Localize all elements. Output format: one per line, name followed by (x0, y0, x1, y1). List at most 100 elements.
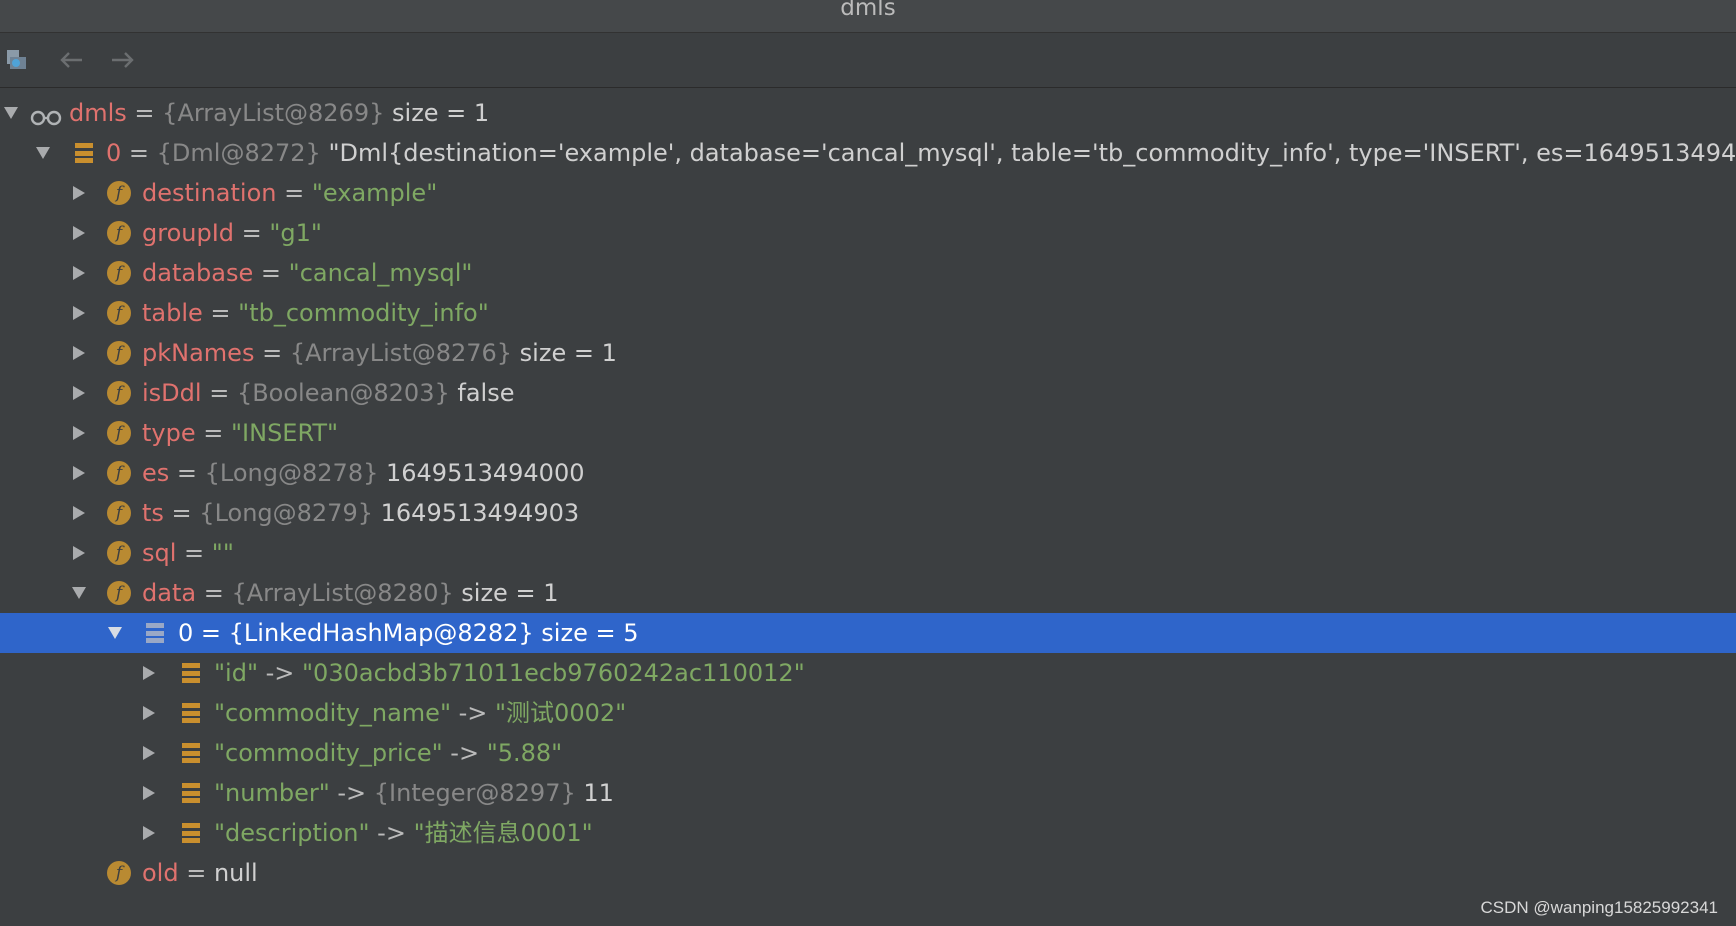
equals-sign: = (178, 859, 214, 887)
tree-row-field[interactable]: f table = "tb_commodity_info" (0, 293, 1736, 333)
expand-down-icon[interactable] (0, 93, 22, 133)
field-name: database (142, 259, 254, 287)
expand-right-icon[interactable] (68, 333, 90, 373)
field-value: 1649513494903 (373, 499, 580, 527)
equals-sign: = (169, 459, 205, 487)
expand-down-icon[interactable] (32, 133, 54, 173)
entry-key: "commodity_name" (214, 699, 451, 727)
tree-row-text: "commodity_name" -> "测试0002" (214, 693, 626, 733)
equals-sign: = (126, 99, 163, 127)
evaluate-icon[interactable] (2, 43, 36, 77)
expand-right-icon[interactable] (68, 373, 90, 413)
tree-row-field[interactable]: f groupId = "g1" (0, 213, 1736, 253)
tree-row-text: "commodity_price" -> "5.88" (214, 733, 562, 773)
field-name: isDdl (142, 379, 202, 407)
tree-row-field[interactable]: f es = {Long@8278} 1649513494000 (0, 453, 1736, 493)
tree-row-text: 0 = {LinkedHashMap@8282} size = 5 (178, 613, 638, 653)
entry-ref: {Integer@8297} (373, 779, 576, 807)
tree-row-text: "number" -> {Integer@8297} 11 (214, 773, 614, 813)
equals-sign: = (253, 259, 289, 287)
expand-right-icon[interactable] (138, 733, 160, 773)
tree-row-field[interactable]: f isDdl = {Boolean@8203} false (0, 373, 1736, 413)
expand-right-icon[interactable] (68, 453, 90, 493)
map-entry-icon (179, 741, 203, 765)
tree-row-field[interactable]: f ts = {Long@8279} 1649513494903 (0, 493, 1736, 533)
tree-row-field[interactable]: f type = "INSERT" (0, 413, 1736, 453)
tree-row-text: database = "cancal_mysql" (142, 253, 472, 293)
watch-glasses-icon (30, 101, 62, 126)
tree-row-dml-0[interactable]: 0 = {Dml@8272} "Dml{destination='example… (0, 133, 1736, 173)
tree-row-field-old[interactable]: f old = null (0, 853, 1736, 893)
tree-row-field[interactable]: f database = "cancal_mysql" (0, 253, 1736, 293)
field-icon: f (107, 181, 131, 205)
tree-row-map-entry[interactable]: "description" -> "描述信息0001" (0, 813, 1736, 853)
field-ref: {Long@8278} (204, 459, 379, 487)
field-icon: f (107, 861, 131, 885)
tree-row-map-entry[interactable]: "id" -> "030acbd3b71011ecb9760242ac11001… (0, 653, 1736, 693)
field-string-value: "tb_commodity_info" (238, 299, 489, 327)
tree-row-data-0-selected[interactable]: 0 = {LinkedHashMap@8282} size = 5 (0, 613, 1736, 653)
tree-row-text: data = {ArrayList@8280} size = 1 (142, 573, 558, 613)
equals-sign: = (234, 219, 270, 247)
tree-row-text: "description" -> "描述信息0001" (214, 813, 593, 853)
field-string-value: "example" (311, 179, 438, 207)
tree-row-text: table = "tb_commodity_info" (142, 293, 489, 333)
tree-row-dmls[interactable]: dmls = {ArrayList@8269} size = 1 (0, 93, 1736, 133)
tree-row-text: destination = "example" (142, 173, 437, 213)
expand-down-icon[interactable] (68, 573, 90, 613)
field-name: type (142, 419, 196, 447)
equals-sign: = (195, 419, 231, 447)
tree-row-text: 0 = {Dml@8272} "Dml{destination='example… (106, 133, 1736, 173)
field-string-value: "INSERT" (231, 419, 339, 447)
expand-right-icon[interactable] (138, 813, 160, 853)
map-entry-icon (179, 661, 203, 685)
forward-arrow-icon[interactable] (106, 43, 140, 77)
field-name: data (142, 579, 197, 607)
tree-row-field[interactable]: f sql = "" (0, 533, 1736, 573)
field-value: 1649513494000 (378, 459, 585, 487)
tree-row-field[interactable]: f destination = "example" (0, 173, 1736, 213)
expand-right-icon[interactable] (138, 693, 160, 733)
variable-name: dmls (69, 99, 127, 127)
tree-row-text: type = "INSERT" (142, 413, 338, 453)
entry-arrow: -> (442, 739, 487, 767)
field-name: table (142, 299, 203, 327)
expand-right-icon[interactable] (68, 413, 90, 453)
expand-right-icon[interactable] (68, 173, 90, 213)
field-name: groupId (142, 219, 235, 247)
back-arrow-icon[interactable] (54, 43, 88, 77)
tree-row-map-entry[interactable]: "commodity_name" -> "测试0002" (0, 693, 1736, 733)
field-icon: f (107, 221, 131, 245)
field-value: size = 1 (453, 579, 559, 607)
map-entry-icon (179, 781, 203, 805)
field-string-value: "cancal_mysql" (288, 259, 473, 287)
tree-row-text: ts = {Long@8279} 1649513494903 (142, 493, 579, 533)
variable-ref: {ArrayList@8269} (162, 99, 385, 127)
expand-right-icon[interactable] (68, 533, 90, 573)
expand-right-icon[interactable] (68, 493, 90, 533)
variable-value: size = 1 (384, 99, 490, 127)
tree-row-field-data[interactable]: f data = {ArrayList@8280} size = 1 (0, 573, 1736, 613)
tree-row-text: dmls = {ArrayList@8269} size = 1 (69, 93, 489, 133)
equals-sign: = (163, 499, 200, 527)
tree-row-map-entry[interactable]: "commodity_price" -> "5.88" (0, 733, 1736, 773)
equals-sign: = (196, 579, 232, 607)
equals-sign: = (121, 139, 157, 167)
field-ref: {Boolean@8203} (236, 379, 450, 407)
entry-key: "description" (214, 819, 370, 847)
expand-right-icon[interactable] (68, 293, 90, 333)
expand-right-icon[interactable] (138, 653, 160, 693)
tree-row-map-entry[interactable]: "number" -> {Integer@8297} 11 (0, 773, 1736, 813)
expand-right-icon[interactable] (68, 253, 90, 293)
expand-right-icon[interactable] (68, 213, 90, 253)
entry-arrow: -> (450, 699, 496, 727)
expand-down-icon[interactable] (104, 613, 126, 653)
map-entry-icon (179, 821, 203, 845)
field-name: pkNames (142, 339, 255, 367)
field-name: sql (142, 539, 177, 567)
tree-row-field[interactable]: f pkNames = {ArrayList@8276} size = 1 (0, 333, 1736, 373)
equals-sign: = (202, 299, 239, 327)
entry-value: "030acbd3b71011ecb9760242ac110012" (302, 659, 805, 687)
variables-tree: dmls = {ArrayList@8269} size = 1 0 = {Dm… (0, 93, 1736, 926)
expand-right-icon[interactable] (138, 773, 160, 813)
